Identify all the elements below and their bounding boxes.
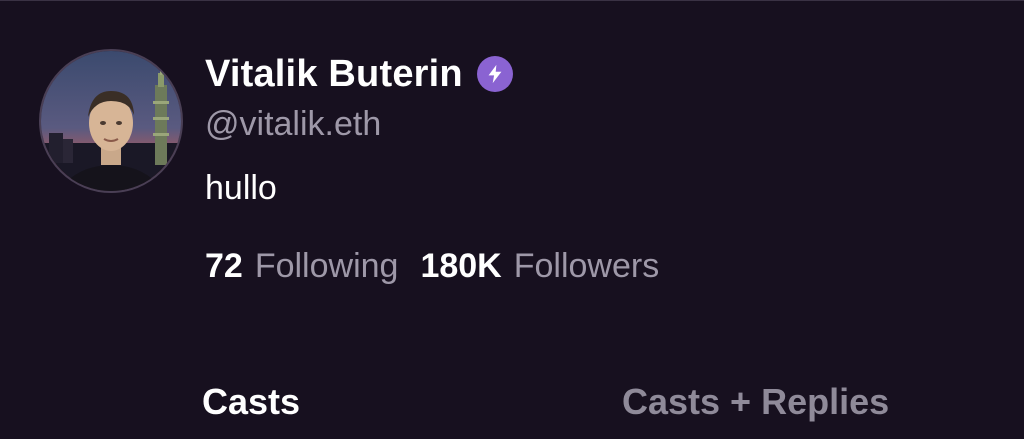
profile-header: Vitalik Buterin @vitalik.eth hullo 72 Fo… [0,0,1024,439]
tab-casts-replies[interactable]: Casts + Replies [622,381,889,423]
followers-link[interactable]: 180K Followers [420,247,659,286]
tab-casts[interactable]: Casts [202,381,300,423]
name-row: Vitalik Buterin [205,51,513,97]
display-name: Vitalik Buterin [205,52,463,95]
verified-badge [476,56,513,92]
following-label: Following [254,247,399,285]
following-count: 72 [205,247,243,285]
avatar[interactable] [39,49,183,193]
follow-stats: 72 Following 180K Followers [205,247,659,286]
username-handle: @vitalik.eth [205,105,382,143]
bio-text: hullo [205,169,277,207]
avatar-image [41,51,181,191]
lightning-bolt-icon [488,64,502,84]
following-link[interactable]: 72 Following [205,247,398,286]
followers-label: Followers [513,247,660,285]
followers-count: 180K [420,247,502,285]
